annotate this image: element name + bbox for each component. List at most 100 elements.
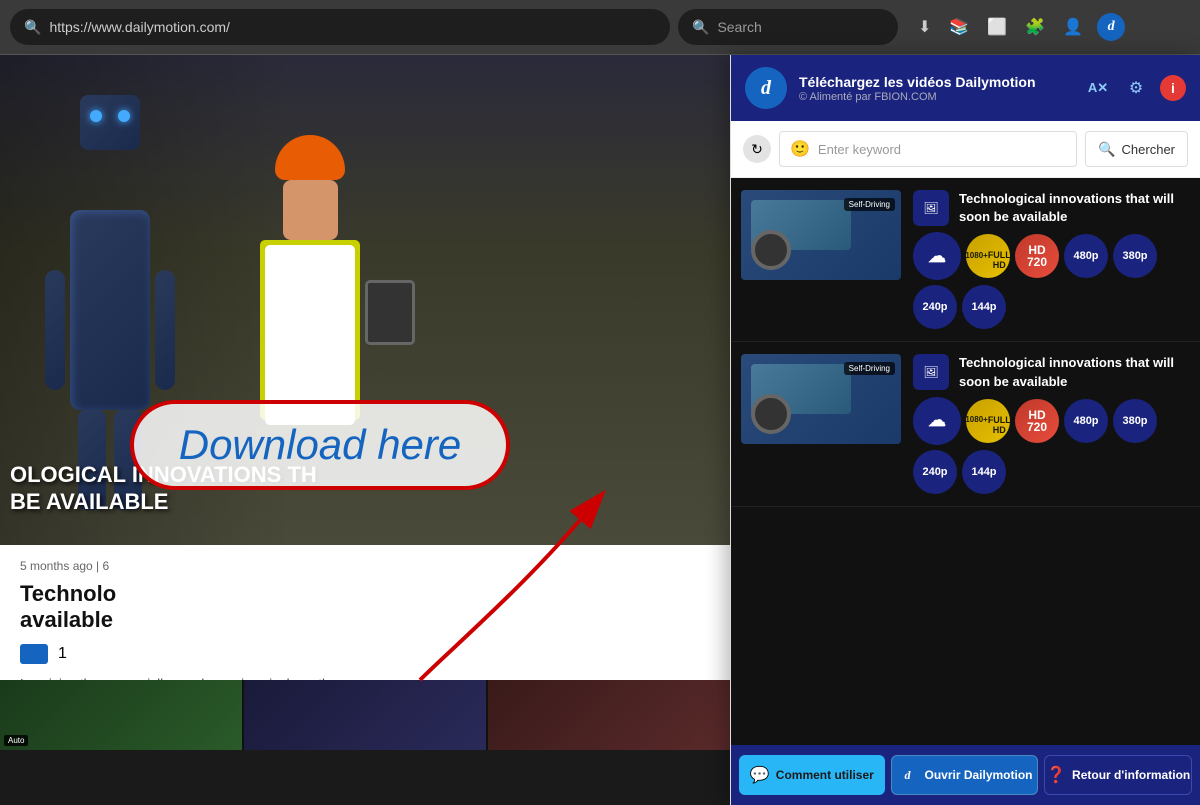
chercher-search-icon: 🔍 [1098,141,1115,158]
self-driving-label-1: Self-Driving [844,198,895,211]
result-thumbnail-2: Self-Driving [741,354,901,444]
browser-search-text: Search [717,19,761,35]
result-info-1: 🖼 Technological innovations that will so… [913,190,1190,329]
video-hero[interactable]: OLOGICAL INNOVATIONS TH BE AVAILABLE Dow… [0,55,730,545]
result-icon-2: 🖼 [913,354,949,390]
popup-footer: 💬 Comment utiliser d Ouvrir Dailymotion … [731,745,1200,805]
video-title: Technoloavailable [20,581,710,634]
result-info-2: 🖼 Technological innovations that will so… [913,354,1190,493]
popup-logo: d [745,67,787,109]
worker-tablet [365,280,415,345]
profile-icon[interactable]: 👤 [1059,13,1087,41]
add-image-icon: 🖼 [923,201,938,215]
car-bg-1: Self-Driving [741,190,901,280]
robot-eye-right [118,110,130,122]
open-dailymotion-button[interactable]: d Ouvrir Dailymotion [891,755,1039,795]
quality-480-btn-2[interactable]: 480p [1064,399,1108,443]
popup-results: Self-Driving 🖼 Technological innovations… [731,178,1200,745]
search-placeholder: Enter keyword [818,142,901,157]
retour-button[interactable]: ❓ Retour d'information [1044,755,1192,795]
comment-button[interactable]: 💬 Comment utiliser [739,755,885,795]
download-annotation: Download here [130,400,510,490]
result-header-2: 🖼 Technological innovations that will so… [913,354,1190,390]
retour-icon: ❓ [1046,765,1066,785]
chercher-label: Chercher [1122,142,1175,157]
worker-shirt [265,245,355,425]
popup-search: ↻ 🙂 Enter keyword 🔍 Chercher [731,121,1200,178]
url-text: https://www.dailymotion.com/ [49,19,656,35]
self-driving-label-2: Self-Driving [844,362,895,375]
quality-144-btn-2[interactable]: 144p [962,450,1006,494]
bottom-thumbnails: Auto [0,680,730,750]
robot-eye-left [90,110,102,122]
auto-badge: Auto [4,735,28,746]
download-text: Download here [179,421,462,469]
popup-header-icons: A✕ ⚙ i [1084,74,1186,102]
cloud-download-btn-1[interactable]: ☁ [913,232,961,280]
result-title-2: Technological innovations that will soon… [959,354,1190,390]
quality-1080-btn-1[interactable]: 1080+FULL HD [966,234,1010,278]
main-content: OLOGICAL INNOVATIONS TH BE AVAILABLE Dow… [0,55,1200,750]
channel-row: 1 [20,644,710,664]
chercher-button[interactable]: 🔍 Chercher [1085,131,1188,167]
thumb-3[interactable] [488,680,730,750]
result-icon-1: 🖼 [913,190,949,226]
quality-380-btn-2[interactable]: 380p [1113,399,1157,443]
quality-480-btn-1[interactable]: 480p [1064,234,1108,278]
comment-label: Comment utiliser [776,768,874,782]
quality-240-btn-2[interactable]: 240p [913,450,957,494]
overlay-line2: BE AVAILABLE [10,489,317,515]
address-bar[interactable]: 🔍 https://www.dailymotion.com/ [10,9,670,45]
popup-subtitle: © Alimenté par FBION.COM [799,91,1072,103]
extension-popup: d Téléchargez les vidéos Dailymotion © A… [730,55,1200,805]
bookmarks-icon[interactable]: 📚 [945,13,973,41]
car-bg-2: Self-Driving [741,354,901,444]
quality-144-btn-1[interactable]: 144p [962,285,1006,329]
keyword-input[interactable]: 🙂 Enter keyword [779,131,1077,167]
video-meta: 5 months ago | 6 [20,559,710,573]
extensions-icon[interactable]: 🧩 [1021,13,1049,41]
quality-380-btn-1[interactable]: 380p [1113,234,1157,278]
channel-id: 1 [58,645,67,663]
result-header-1: 🖼 Technological innovations that will so… [913,190,1190,226]
browser-search-bar[interactable]: 🔍 Search [678,9,898,45]
result-title-1: Technological innovations that will soon… [959,190,1190,226]
quality-hd-btn-2[interactable]: HD720 [1015,399,1059,443]
quality-1080-btn-2[interactable]: 1080+FULL HD [966,399,1010,443]
robot-head [80,95,140,150]
toolbar-icons: ⬇ 📚 ⬜ 🧩 👤 d [914,13,1125,41]
result-item: Self-Driving 🖼 Technological innovations… [731,178,1200,342]
robot-arm-left [45,270,65,390]
refresh-button[interactable]: ↻ [743,135,771,163]
worker-helmet [275,135,345,180]
cloud-download-btn-2[interactable]: ☁ [913,397,961,445]
comment-icon: 💬 [750,765,770,785]
car-wheel-2 [751,394,791,434]
channel-avatar [20,644,48,664]
result-item-2: Self-Driving 🖼 Technological innovations… [731,342,1200,506]
page-area: OLOGICAL INNOVATIONS TH BE AVAILABLE Dow… [0,55,730,750]
result-thumbnail-1: Self-Driving [741,190,901,280]
active-extension-icon[interactable]: d [1097,13,1125,41]
dailymotion-icon: d [896,764,918,786]
popup-title: Téléchargez les vidéos Dailymotion [799,73,1072,91]
quality-buttons-1: ☁ 1080+FULL HD HD720 480p 380p 240p 144p [913,232,1190,329]
popup-logo-letter: d [761,77,771,100]
settings-button[interactable]: ⚙ [1122,74,1150,102]
quality-buttons-2: ☁ 1080+FULL HD HD720 480p 380p 240p 144p [913,397,1190,494]
browser-chrome: 🔍 https://www.dailymotion.com/ 🔍 Search … [0,0,1200,55]
add-image-icon-2: 🖼 [923,365,938,379]
info-button[interactable]: i [1160,75,1186,101]
tab-icon[interactable]: ⬜ [983,13,1011,41]
open-label: Ouvrir Dailymotion [924,768,1032,782]
translate-button[interactable]: A✕ [1084,74,1112,102]
download-icon[interactable]: ⬇ [914,13,935,41]
quality-hd-btn-1[interactable]: HD720 [1015,234,1059,278]
quality-240-btn-1[interactable]: 240p [913,285,957,329]
worker-face [283,180,338,240]
emoji-icon: 🙂 [790,139,810,159]
thumb-1[interactable]: Auto [0,680,242,750]
retour-label: Retour d'information [1072,768,1190,782]
worker-vest [260,240,360,420]
thumb-2[interactable] [244,680,486,750]
